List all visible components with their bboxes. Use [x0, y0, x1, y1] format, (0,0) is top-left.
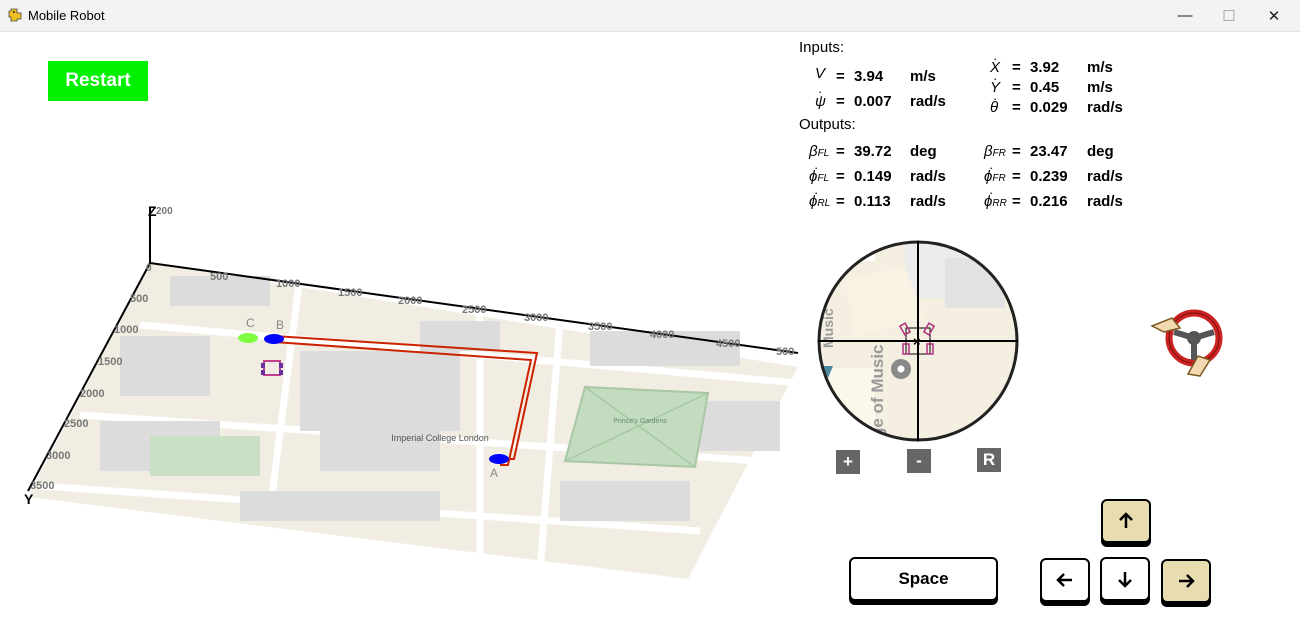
- phi-rr-equals: =: [1012, 193, 1021, 210]
- minimap-street-label: ge of Music: [868, 344, 887, 438]
- x-tick: 500: [210, 271, 228, 283]
- y-tick: 500: [130, 293, 148, 305]
- college-label: Imperial College London: [391, 433, 489, 443]
- space-key-button[interactable]: Space: [849, 557, 998, 601]
- arrow-down-icon: [1118, 572, 1132, 588]
- v-unit: m/s: [910, 68, 936, 85]
- x-tick: 1000: [276, 278, 300, 290]
- phi-fr-value: 0.239: [1030, 168, 1068, 185]
- minimap[interactable]: Music ge of Music ×: [815, 238, 1021, 444]
- phi-rr-unit: rad/s: [1087, 193, 1123, 210]
- xdot-unit: m/s: [1087, 59, 1113, 76]
- steering-wheel-icon: [1150, 309, 1223, 377]
- beta-fl-symbol: βFL: [809, 143, 830, 160]
- phi-rl-equals: =: [836, 193, 845, 210]
- right-arrow-key-button[interactable]: [1161, 559, 1211, 603]
- x-tick: 3000: [524, 312, 548, 324]
- phi-rr-symbol: ϕRR: [984, 193, 1007, 210]
- y-tick: 1000: [114, 324, 138, 336]
- phi-fr-unit: rad/s: [1087, 168, 1123, 185]
- zoom-out-button[interactable]: -: [907, 449, 931, 473]
- beta-fl-unit: deg: [910, 143, 937, 160]
- close-button[interactable]: ✕: [1251, 0, 1297, 31]
- beta-fl-value: 39.72: [854, 143, 892, 160]
- x-tick: 4500: [716, 338, 740, 350]
- psi-symbol: ψ: [815, 93, 826, 110]
- phi-fl-value: 0.149: [854, 168, 892, 185]
- maximize-button[interactable]: ☐: [1206, 0, 1252, 31]
- beta-fr-value: 23.47: [1030, 143, 1068, 160]
- ydot-value: 0.45: [1030, 79, 1060, 96]
- x-tick: 500: [776, 346, 794, 358]
- reset-zoom-button[interactable]: R: [977, 448, 1001, 472]
- y-tick: 1500: [98, 356, 122, 368]
- x-tick: 1500: [338, 287, 362, 299]
- up-arrow-key-button[interactable]: [1101, 499, 1151, 543]
- y-tick: 2500: [64, 418, 88, 430]
- outputs-heading: Outputs:: [799, 116, 856, 133]
- arrow-up-icon: [1119, 512, 1133, 528]
- thetadot-unit: rad/s: [1087, 99, 1123, 116]
- arrow-left-icon: [1056, 573, 1072, 587]
- green-area: [150, 436, 260, 476]
- phi-rl-symbol: ϕRL: [809, 193, 831, 210]
- thetadot-equals: =: [1012, 99, 1021, 116]
- beta-fr-equals: =: [1012, 143, 1021, 160]
- waypoint-c-marker: [238, 333, 258, 343]
- down-arrow-key-button[interactable]: [1100, 557, 1150, 601]
- x-tick: 2500: [462, 304, 486, 316]
- x-tick: 4000: [650, 329, 674, 341]
- arrow-right-icon: [1179, 574, 1195, 588]
- waypoint-a-label: A: [490, 466, 498, 480]
- xdot-equals: =: [1012, 59, 1021, 76]
- svg-text:×: ×: [913, 334, 921, 349]
- x-tick: 2000: [398, 295, 422, 307]
- z-tick: 200: [156, 206, 173, 217]
- left-arrow-key-button[interactable]: [1040, 558, 1090, 602]
- phi-rr-value: 0.216: [1030, 193, 1068, 210]
- phi-fl-unit: rad/s: [910, 168, 946, 185]
- x-tick: 3500: [588, 321, 612, 333]
- zoom-in-button[interactable]: +: [836, 450, 860, 474]
- phi-fl-equals: =: [836, 168, 845, 185]
- y-tick: 3500: [30, 480, 54, 492]
- waypoint-c-label: C: [246, 316, 255, 330]
- ydot-equals: =: [1012, 79, 1021, 96]
- y-axis-label: Y: [24, 491, 34, 507]
- y-tick: 2000: [80, 388, 104, 400]
- waypoint-a-marker: [489, 454, 509, 464]
- v-symbol: V: [815, 65, 826, 82]
- psi-unit: rad/s: [910, 93, 946, 110]
- waypoint-b-label: B: [276, 318, 284, 332]
- title-bar: Mobile Robot — ☐ ✕: [0, 0, 1300, 32]
- xdot-value: 3.92: [1030, 59, 1060, 76]
- phi-fl-symbol: ϕFL: [809, 168, 830, 185]
- phi-fr-equals: =: [1012, 168, 1021, 185]
- window-title: Mobile Robot: [28, 8, 105, 23]
- psi-equals: =: [836, 93, 845, 110]
- park-label: Prince's Gardens: [613, 418, 667, 425]
- beta-fl-equals: =: [836, 143, 845, 160]
- phi-rl-unit: rad/s: [910, 193, 946, 210]
- beta-fr-symbol: βFR: [984, 143, 1006, 160]
- map-3d-view[interactable]: Imperial College London Prince's Gardens…: [0, 31, 800, 601]
- ydot-unit: m/s: [1087, 79, 1113, 96]
- phi-rl-value: 0.113: [854, 193, 891, 210]
- v-value: 3.94: [854, 68, 884, 85]
- origin-tick: 0: [146, 263, 152, 274]
- beta-fr-unit: deg: [1087, 143, 1114, 160]
- v-equals: =: [836, 68, 845, 85]
- inputs-heading: Inputs:: [799, 39, 845, 56]
- python-snake-icon: [8, 8, 22, 22]
- waypoint-b-marker: [264, 334, 284, 344]
- psi-value: 0.007: [854, 93, 892, 110]
- thetadot-value: 0.029: [1030, 99, 1068, 116]
- phi-fr-symbol: ϕFR: [984, 168, 1006, 185]
- y-tick: 3000: [46, 450, 70, 462]
- thetadot-symbol: θ: [990, 99, 999, 116]
- minimize-button[interactable]: —: [1162, 0, 1208, 31]
